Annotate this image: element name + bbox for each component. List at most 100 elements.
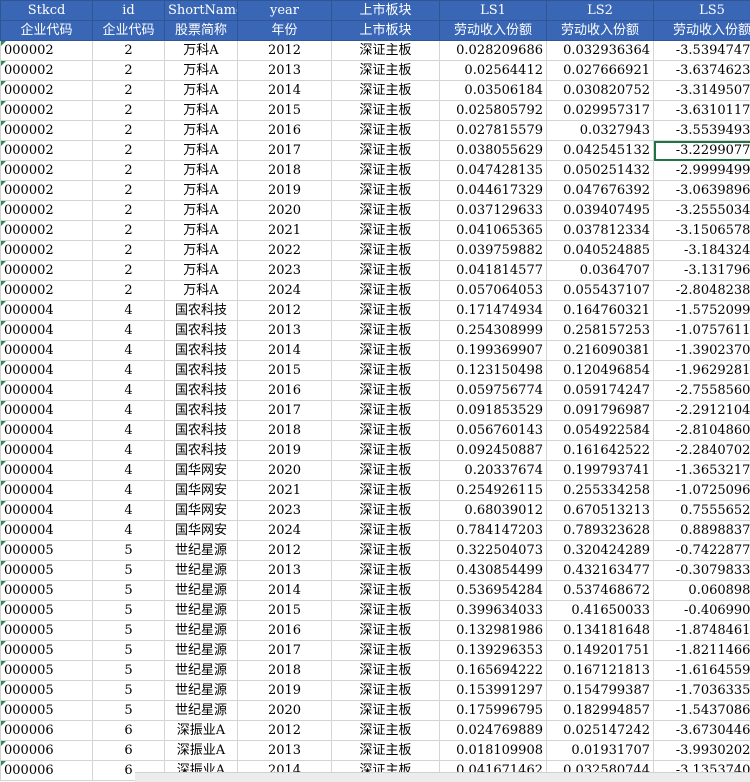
table-cell[interactable]: 0.199793741 — [547, 461, 654, 481]
table-cell[interactable]: 000002 — [1, 41, 93, 61]
table-cell[interactable]: 000002 — [1, 81, 93, 101]
table-cell[interactable]: 5 — [93, 641, 165, 661]
table-cell[interactable]: 0.322504073 — [440, 541, 547, 561]
table-cell[interactable]: 2013 — [238, 561, 332, 581]
table-cell[interactable]: 深证主板 — [332, 301, 440, 321]
table-cell[interactable]: -1.543708682 — [654, 701, 750, 721]
table-cell[interactable]: 000002 — [1, 61, 93, 81]
table-cell[interactable]: 2 — [93, 81, 165, 101]
table-cell[interactable]: -0.307983369 — [654, 561, 750, 581]
table-cell[interactable]: 深证主板 — [332, 101, 440, 121]
table-cell[interactable]: 世纪星源 — [165, 661, 238, 681]
table-cell[interactable]: 0.199369907 — [440, 341, 547, 361]
table-cell[interactable]: 2016 — [238, 121, 332, 141]
table-cell[interactable]: 0.537468672 — [547, 581, 654, 601]
table-cell[interactable]: 万科A — [165, 101, 238, 121]
table-cell[interactable]: 0.038055629 — [440, 141, 547, 161]
table-cell[interactable]: -3.150657892 — [654, 221, 750, 241]
table-cell[interactable]: 000006 — [1, 741, 93, 761]
table-cell[interactable]: -3.314950705 — [654, 81, 750, 101]
table-cell[interactable]: 000004 — [1, 341, 93, 361]
table-cell[interactable]: -3.993020296 — [654, 741, 750, 761]
table-cell[interactable]: 2 — [93, 221, 165, 241]
table-cell[interactable]: 0.092450887 — [440, 441, 547, 461]
table-cell[interactable]: 0.056760143 — [440, 421, 547, 441]
table-cell[interactable]: 2018 — [238, 661, 332, 681]
table-cell[interactable]: 0.536954284 — [440, 581, 547, 601]
table-cell[interactable]: 0.041814577 — [440, 261, 547, 281]
table-cell[interactable]: -1.821146607 — [654, 641, 750, 661]
table-cell[interactable]: 0.047676392 — [547, 181, 654, 201]
table-cell[interactable]: 万科A — [165, 61, 238, 81]
table-cell[interactable]: 万科A — [165, 281, 238, 301]
table-cell[interactable]: -1.390237093 — [654, 341, 750, 361]
table-cell[interactable]: 2014 — [238, 581, 332, 601]
table-cell[interactable]: 万科A — [165, 241, 238, 261]
table-cell[interactable]: -2.755856037 — [654, 381, 750, 401]
table-cell[interactable]: 0.889883757 — [654, 521, 750, 541]
table-cell[interactable]: 5 — [93, 601, 165, 621]
table-cell[interactable]: 0.030820752 — [547, 81, 654, 101]
table-cell[interactable]: 深证主板 — [332, 601, 440, 621]
table-cell[interactable]: 000005 — [1, 541, 93, 561]
table-cell[interactable]: 深证主板 — [332, 501, 440, 521]
table-cell[interactable]: 0.037129633 — [440, 201, 547, 221]
table-cell[interactable]: -2.804823875 — [654, 281, 750, 301]
table-cell[interactable]: 2 — [93, 241, 165, 261]
column-header[interactable]: id — [93, 1, 165, 21]
table-cell[interactable]: 深证主板 — [332, 441, 440, 461]
table-cell[interactable]: 2020 — [238, 201, 332, 221]
table-cell[interactable]: 0.0364707 — [547, 261, 654, 281]
table-cell[interactable]: 0.059174247 — [547, 381, 654, 401]
table-cell[interactable]: 0.399634033 — [440, 601, 547, 621]
table-cell[interactable]: 国农科技 — [165, 441, 238, 461]
table-cell[interactable]: 0.039407495 — [547, 201, 654, 221]
table-cell[interactable]: 深证主板 — [332, 421, 440, 441]
table-cell[interactable]: 0.057064053 — [440, 281, 547, 301]
table-cell[interactable]: 2012 — [238, 301, 332, 321]
table-cell[interactable]: 2012 — [238, 721, 332, 741]
table-cell[interactable]: -1.962928176 — [654, 361, 750, 381]
table-cell[interactable]: -1.365321755 — [654, 461, 750, 481]
table-cell[interactable]: 2020 — [238, 461, 332, 481]
table-cell[interactable]: 0.037812334 — [547, 221, 654, 241]
table-cell[interactable]: 000002 — [1, 121, 93, 141]
table-cell[interactable]: 4 — [93, 361, 165, 381]
table-cell[interactable]: 万科A — [165, 121, 238, 141]
table-cell[interactable]: 2013 — [238, 61, 332, 81]
table-cell[interactable]: 深证主板 — [332, 621, 440, 641]
table-cell[interactable]: 000005 — [1, 621, 93, 641]
table-cell[interactable]: 0.182994857 — [547, 701, 654, 721]
table-cell[interactable]: 000006 — [1, 721, 93, 741]
table-cell[interactable]: 000004 — [1, 301, 93, 321]
table-cell[interactable]: 0.20337674 — [440, 461, 547, 481]
table-cell[interactable]: 深证主板 — [332, 561, 440, 581]
table-cell[interactable]: 000004 — [1, 361, 93, 381]
table-cell[interactable]: 000004 — [1, 381, 93, 401]
table-cell[interactable]: 国农科技 — [165, 381, 238, 401]
table-cell[interactable]: -2.999949932 — [654, 161, 750, 181]
table-cell[interactable]: 深证主板 — [332, 41, 440, 61]
table-cell[interactable]: 2022 — [238, 241, 332, 261]
table-cell[interactable]: 4 — [93, 401, 165, 421]
column-subheader[interactable]: 劳动收入份额 — [654, 21, 750, 41]
table-cell[interactable]: 2012 — [238, 41, 332, 61]
column-header[interactable]: ShortName — [165, 1, 238, 21]
table-cell[interactable]: 0.670513213 — [547, 501, 654, 521]
table-cell[interactable]: 深证主板 — [332, 701, 440, 721]
table-cell[interactable]: 0.032936364 — [547, 41, 654, 61]
table-cell[interactable]: 国农科技 — [165, 401, 238, 421]
table-cell[interactable]: 深证主板 — [332, 201, 440, 221]
table-cell[interactable]: 2 — [93, 101, 165, 121]
table-cell[interactable]: 万科A — [165, 261, 238, 281]
table-cell[interactable]: 0.320424289 — [547, 541, 654, 561]
table-cell[interactable]: 4 — [93, 481, 165, 501]
table-cell[interactable]: 深证主板 — [332, 681, 440, 701]
table-cell[interactable]: -3.18432498 — [654, 241, 750, 261]
table-cell[interactable]: 2015 — [238, 101, 332, 121]
table-cell[interactable]: 深证主板 — [332, 81, 440, 101]
column-header[interactable]: LS5 — [654, 1, 750, 21]
table-cell[interactable]: 0.254308999 — [440, 321, 547, 341]
table-cell[interactable]: 0.164760321 — [547, 301, 654, 321]
table-cell[interactable]: 0.167121813 — [547, 661, 654, 681]
